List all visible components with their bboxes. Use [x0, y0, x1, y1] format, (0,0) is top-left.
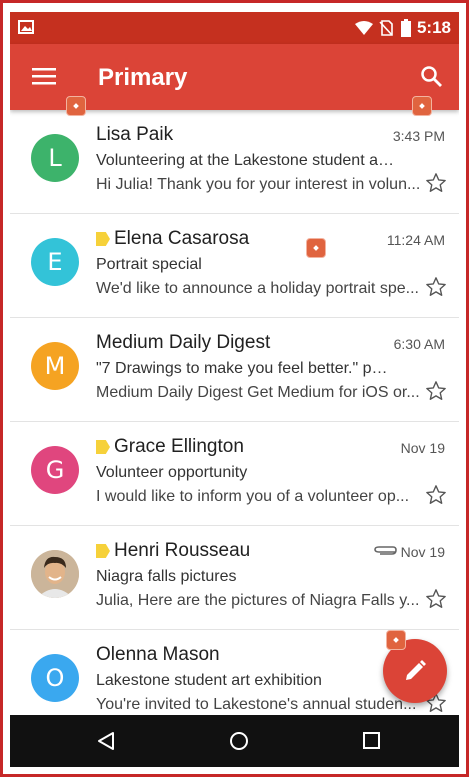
email-snippet: You're invited to Lakestone's annual stu… [96, 696, 417, 713]
pencil-icon [406, 660, 426, 680]
paperclip-icon [374, 546, 397, 555]
sender-name: Henri Rousseau [96, 540, 250, 562]
person-photo-icon [31, 550, 79, 598]
email-subject: "7 Drawings to make you feel better." pu… [96, 360, 396, 377]
sender-name: Elena Casarosa [96, 228, 249, 250]
email-snippet: I would like to inform you of a voluntee… [96, 488, 410, 505]
email-subject: Volunteering at the Lakestone student ar… [96, 152, 396, 169]
menu-icon[interactable] [32, 66, 56, 86]
home-circle-icon[interactable] [228, 731, 250, 753]
star-outline-icon[interactable] [425, 276, 447, 298]
wifi-icon [355, 21, 373, 35]
email-subject: Niagra falls pictures [96, 568, 237, 585]
battery-icon [401, 19, 411, 37]
email-time: Nov 19 [400, 544, 445, 560]
important-marker-icon[interactable] [96, 544, 110, 558]
back-triangle-icon[interactable] [96, 731, 116, 751]
email-subject: Portrait special [96, 256, 202, 273]
status-time: 5:18 [416, 18, 451, 37]
sender-name: Medium Daily Digest [96, 332, 271, 353]
star-outline-icon[interactable] [425, 380, 447, 402]
star-outline-icon[interactable] [425, 172, 447, 194]
important-marker-icon[interactable] [96, 440, 110, 454]
sender-name: Grace Ellington [96, 436, 244, 458]
email-snippet: Julia, Here are the pictures of Niagra F… [96, 592, 420, 609]
avatar[interactable]: E [31, 238, 79, 286]
email-subject: Volunteer opportunity [96, 464, 248, 481]
sender-name: Lisa Paik [96, 124, 174, 145]
recents-square-icon[interactable] [362, 731, 382, 751]
system-nav-bar [10, 715, 459, 767]
page-title: Primary [98, 64, 188, 91]
image-notification-icon [18, 20, 34, 34]
sender-name: Olenna Mason [96, 644, 220, 665]
email-snippet: Hi Julia! Thank you for your interest in… [96, 176, 421, 193]
email-time: Nov 19 [400, 440, 445, 456]
important-marker-icon[interactable] [96, 232, 110, 246]
email-row[interactable]: G Grace Ellington Nov 19 Volunteer oppor… [10, 422, 459, 526]
phone-screen: 5:18 Primary L Lisa Paik 3:43 PM Volunte… [10, 12, 459, 767]
star-outline-icon[interactable] [425, 484, 447, 506]
email-row[interactable]: E Elena Casarosa 11:24 AM Portrait speci… [10, 214, 459, 318]
avatar-photo[interactable] [31, 550, 79, 598]
no-sim-icon [379, 20, 393, 36]
avatar[interactable]: O [31, 654, 79, 702]
status-bar: 5:18 [10, 12, 459, 44]
annotation-marker [306, 238, 326, 258]
email-time: 6:30 AM [393, 336, 445, 352]
email-time: 11:24 AM [386, 232, 445, 248]
avatar[interactable]: G [31, 446, 79, 494]
email-row[interactable]: Henri Rousseau Nov 19 Niagra falls pictu… [10, 526, 459, 630]
email-row[interactable]: M Medium Daily Digest 6:30 AM "7 Drawing… [10, 318, 459, 422]
search-icon[interactable] [419, 64, 443, 88]
email-snippet: We'd like to announce a holiday portrait… [96, 280, 419, 297]
email-row[interactable]: L Lisa Paik 3:43 PM Volunteering at the … [10, 110, 459, 214]
email-snippet: Medium Daily Digest Get Medium for iOS o… [96, 384, 420, 401]
avatar[interactable]: L [31, 134, 79, 182]
annotation-marker [386, 630, 406, 650]
avatar[interactable]: M [31, 342, 79, 390]
star-outline-icon[interactable] [425, 588, 447, 610]
email-subject: Lakestone student art exhibition [96, 672, 322, 689]
email-time: 3:43 PM [392, 128, 445, 144]
